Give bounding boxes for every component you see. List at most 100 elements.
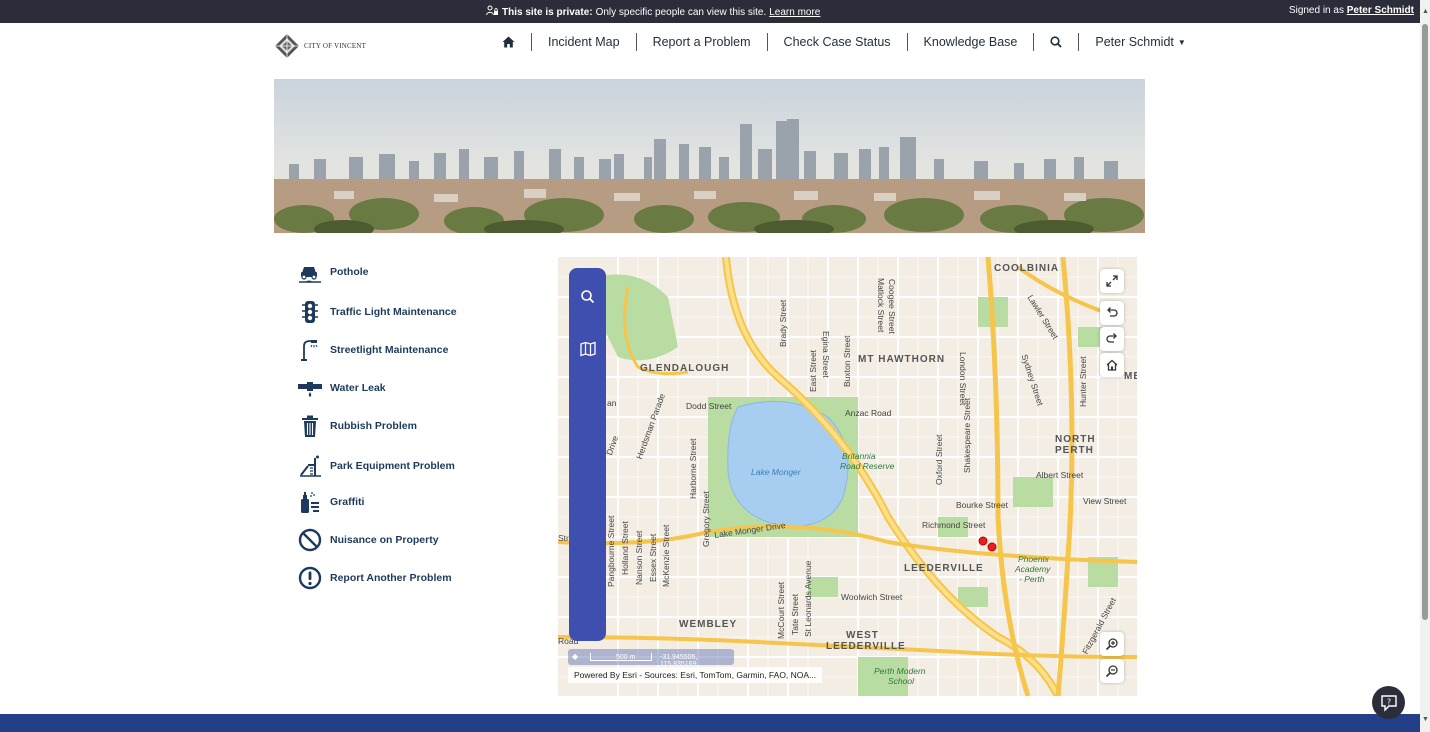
map-label-bourke-street: Bourke Street [956,500,1008,510]
problem-label: Pothole [330,266,369,278]
problem-label: Streetlight Maintenance [330,344,449,356]
problem-label: Graffiti [330,496,365,508]
user-menu[interactable]: Peter Schmidt ▼ [1078,33,1201,51]
map-label-east-street: East Street [808,349,818,392]
map-label-nanson-street: Nanson Street [634,530,644,585]
coordinate-readout: -31.945506, 115.835169 [660,654,698,668]
problem-traffic-light[interactable]: Traffic Light Maintenance [298,300,457,324]
expand-icon [1106,275,1118,287]
scrollbar-thumb[interactable] [1422,24,1428,620]
playground-icon [300,455,321,477]
map-label-mt-hawthorn: MT HAWTHORN [858,354,946,365]
fullscreen-button[interactable] [1100,269,1124,293]
nav-incident-map[interactable]: Incident Map [531,33,636,51]
map-label-an: an [607,398,617,408]
map-label-phoenix-2: Academy [1015,564,1051,574]
signed-in-prefix: Signed in as [1288,5,1344,16]
map-attribution[interactable]: Powered By Esri - Sources: Esri, TomTom,… [568,667,823,683]
problem-other[interactable]: Report Another Problem [298,566,452,590]
problem-label: Park Equipment Problem [330,460,455,472]
incident-map[interactable]: COOLBINIA GLENDALOUGH MT HAWTHORN NORTH … [558,257,1137,696]
trash-icon [302,415,318,437]
map-label-west-leederville-2: LEEDERVILLE [826,641,906,652]
map-label-essex-street: Essex Street [648,533,658,582]
problem-label: Water Leak [330,382,386,394]
zoom-in-button[interactable] [1100,632,1124,656]
nav-check-case-status[interactable]: Check Case Status [766,33,907,51]
signed-in-status: Signed in as Peter Schmidt [1289,5,1414,16]
streetlight-icon [301,340,318,361]
map-label-str: Str [558,533,569,543]
privacy-notice-bold: This site is private: [502,6,593,18]
map-label-harborne-street: Harborne Street [688,438,698,499]
map-scale-bar: ◆ 500 m -31.945506, 115.835169 [568,649,734,668]
home-icon [1106,359,1118,371]
nav-report-problem[interactable]: Report a Problem [635,33,767,51]
map-tool-panel [569,268,606,641]
home-icon [502,36,515,48]
tag-icon: ◆ [572,652,579,661]
help-chat-button[interactable]: ? [1372,686,1405,719]
scroll-down-arrow-icon[interactable]: ▼ [1422,716,1429,723]
main-nav: Incident Map Report a Problem Check Case… [494,32,1202,52]
spray-can-icon [301,492,319,513]
caret-down-icon: ▼ [1177,37,1186,47]
zoom-out-button[interactable] [1100,659,1124,683]
map-search-icon[interactable] [579,288,597,306]
map-label-view-street: View Street [1083,496,1127,506]
map-label-brady-street: Brady Street [778,299,788,347]
map-label-west-leederville-1: WEST [846,630,879,641]
problem-pothole[interactable]: Pothole [298,260,369,284]
people-lock-icon [486,5,499,19]
nav-search[interactable] [1033,33,1078,51]
problem-rubbish[interactable]: Rubbish Problem [298,414,417,438]
problem-water-leak[interactable]: Water Leak [298,376,386,400]
signed-in-user-link[interactable]: Peter Schmidt [1347,5,1414,16]
car-pothole-icon [299,267,321,283]
page-footer [0,714,1420,732]
nav-home[interactable] [494,33,531,51]
undo-icon [1107,307,1118,317]
map-label-tate-street: Tate Street [790,593,800,635]
map-label-anzac-road: Anzac Road [845,408,892,418]
page-scrollbar[interactable]: ▲ ▼ [1420,0,1430,732]
scroll-up-arrow-icon[interactable]: ▲ [1422,8,1429,15]
map-label-phoenix-1: Phoenix [1018,554,1049,564]
problem-streetlight[interactable]: Streetlight Maintenance [298,338,448,362]
map-label-shakespeare-street: Shakespeare Street [962,397,972,473]
basemap-icon[interactable] [579,340,597,358]
map-label-pangbourne-street: Pangbourne Street [606,515,616,587]
problem-nuisance[interactable]: Nuisance on Property [298,528,439,552]
map-label-albert-street: Albert Street [1036,470,1084,480]
map-label-coolbinia: COOLBINIA [994,263,1060,274]
map-label-hunter-street: Hunter Street [1078,356,1088,407]
map-label-woolwich-street: Woolwich Street [841,592,903,602]
map-label-dodd-street: Dodd Street [686,401,732,411]
help-chat-icon: ? [1380,694,1397,712]
undo-button[interactable] [1100,301,1124,325]
privacy-notice: This site is private: Only specific peop… [486,5,820,19]
nav-knowledge-base[interactable]: Knowledge Base [906,33,1034,51]
map-label-north-perth-1: NORTH [1055,434,1096,445]
problem-label: Traffic Light Maintenance [330,306,457,318]
hero-banner-image [274,79,1145,233]
scale-label: 500 m [616,654,636,661]
learn-more-link[interactable]: Learn more [769,7,820,18]
map-label-perth-modern-1: Perth Modern [874,666,926,676]
city-logo[interactable]: CITY OF VINCENT [274,33,366,59]
redo-button[interactable] [1100,327,1124,351]
redo-icon [1106,333,1117,343]
map-label-wembley: WEMBLEY [679,619,738,630]
traffic-light-icon [302,301,318,323]
problem-graffiti[interactable]: Graffiti [298,490,364,514]
map-label-phoenix-3: - Perth [1019,574,1045,584]
private-site-banner: This site is private: Only specific peop… [0,0,1420,23]
user-menu-name: Peter Schmidt [1095,35,1174,49]
problem-park-equipment[interactable]: Park Equipment Problem [298,454,455,478]
map-label-glendalough: GLENDALOUGH [640,363,730,374]
map-label-buxton-street: Buxton Street [842,335,852,387]
svg-text:?: ? [1386,697,1390,706]
home-extent-button[interactable] [1100,353,1124,377]
map-label-lake-monger: Lake Monger [751,467,801,477]
prohibited-icon [298,528,322,552]
